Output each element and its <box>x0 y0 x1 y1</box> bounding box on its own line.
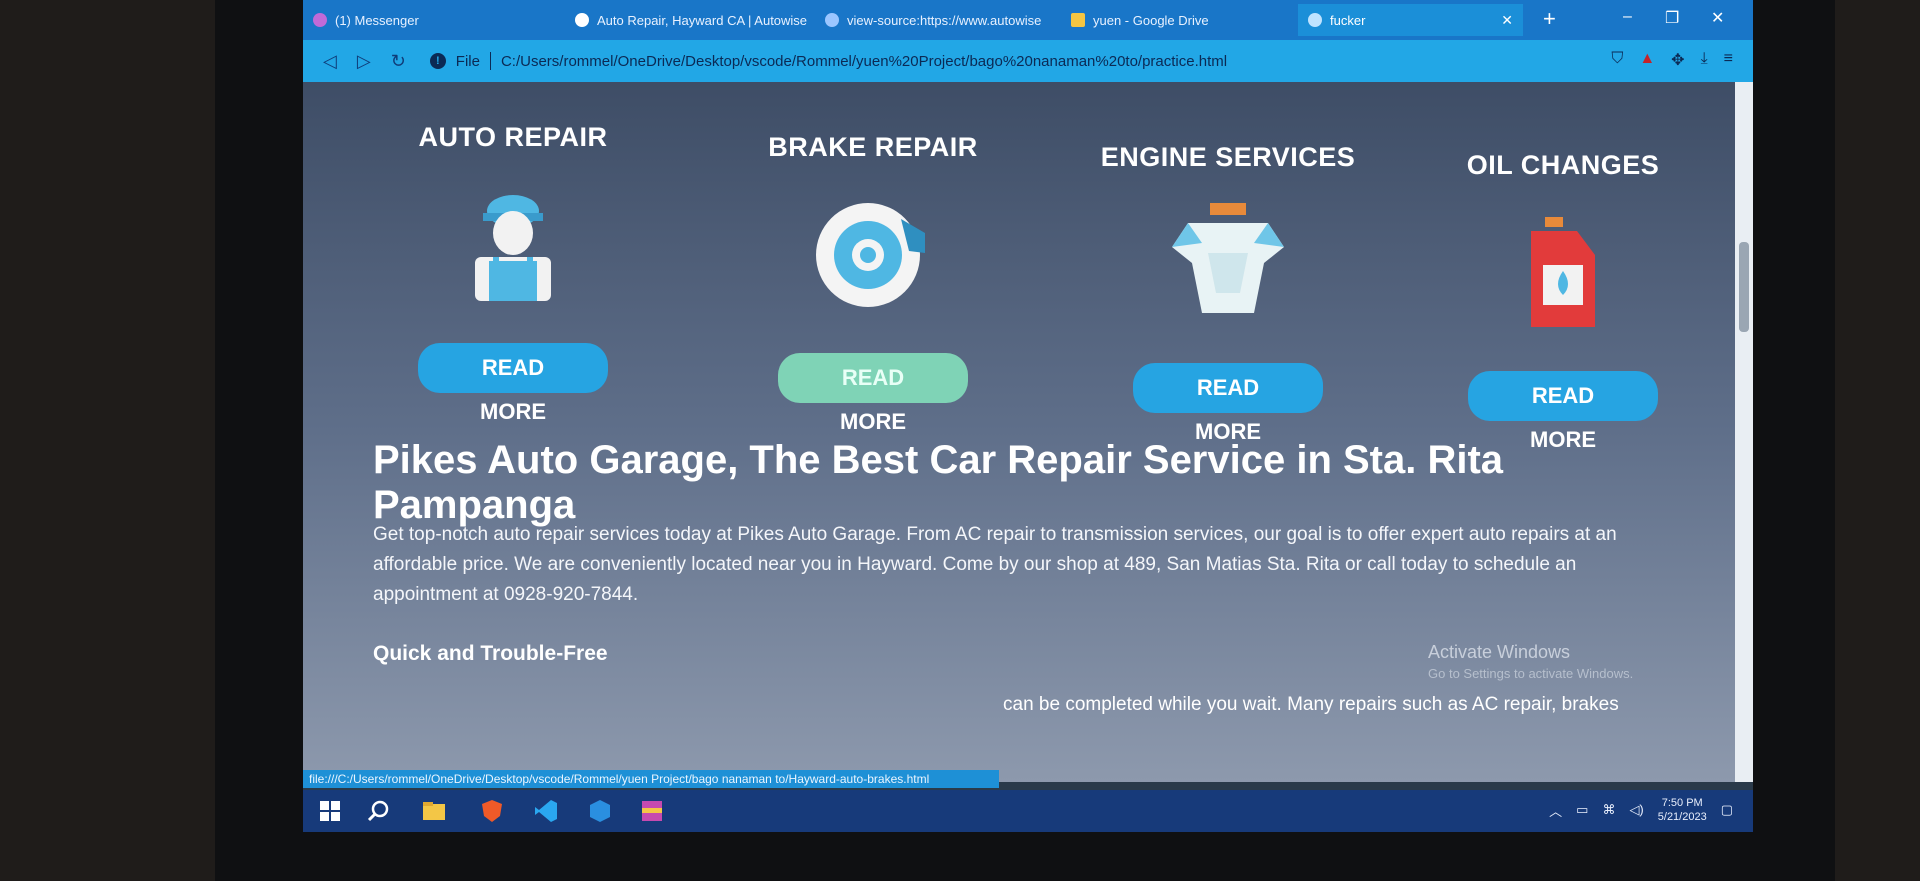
system-tray: ︿ ▭ ⌘ ◁) 7:50 PM 5/21/2023 ▢ <box>1549 796 1733 824</box>
restore-button[interactable]: ❐ <box>1665 8 1679 28</box>
rewards-icon[interactable]: ▲ <box>1639 50 1655 70</box>
activation-watermark-sub: Go to Settings to activate Windows. <box>1428 666 1634 681</box>
protocol-label: File <box>455 52 480 70</box>
clock-date: 5/21/2023 <box>1657 811 1707 823</box>
tab-label: fucker <box>1330 12 1366 28</box>
tab-google-drive[interactable]: yuen - Google Drive <box>1061 4 1291 36</box>
status-bar-url: file:///C:/Users/rommel/OneDrive/Desktop… <box>303 770 999 788</box>
start-icon[interactable] <box>317 798 343 824</box>
brake-disc-icon <box>813 193 933 313</box>
scrollbar[interactable] <box>1735 82 1753 782</box>
more-label[interactable]: MORE <box>723 409 1023 435</box>
scroll-thumb[interactable] <box>1739 242 1749 332</box>
oil-can-icon <box>1503 211 1623 331</box>
read-more-button[interactable]: READ <box>1133 363 1323 413</box>
tab-autowise[interactable]: Auto Repair, Hayward CA | Autowise <box>565 4 810 36</box>
app-icon[interactable] <box>587 798 613 824</box>
url-text: C:/Users/rommel/OneDrive/Desktop/vscode/… <box>500 52 1228 70</box>
tab-bar: (1) Messenger Auto Repair, Hayward CA | … <box>303 0 1753 40</box>
site-icon <box>575 13 589 27</box>
extension-tray: ⛉ ▲ ✥ ⤓ ≡ <box>1611 50 1733 70</box>
globe-icon <box>825 13 839 27</box>
tab-label: (1) Messenger <box>335 12 419 28</box>
extensions-icon[interactable]: ✥ <box>1671 50 1684 70</box>
taskbar: ︿ ▭ ⌘ ◁) 7:50 PM 5/21/2023 ▢ <box>303 790 1753 832</box>
forward-button[interactable]: ▷ <box>357 51 371 72</box>
close-window-button[interactable]: ✕ <box>1711 8 1724 28</box>
service-oil-changes: OIL CHANGES READ MORE <box>1413 150 1713 453</box>
screen: (1) Messenger Auto Repair, Hayward CA | … <box>303 0 1753 832</box>
close-tab-icon[interactable]: ✕ <box>1501 12 1513 29</box>
back-button[interactable]: ◁ <box>323 51 337 72</box>
tab-messenger[interactable]: (1) Messenger <box>303 4 543 36</box>
globe-icon <box>1308 13 1322 27</box>
messenger-icon <box>313 13 327 27</box>
menu-icon[interactable]: ≡ <box>1724 50 1733 70</box>
read-more-button[interactable]: READ <box>418 343 608 393</box>
page-content: AUTO REPAIR READ MORE BRAKE REPAIR READ … <box>303 82 1735 782</box>
subheading: Quick and Trouble-Free <box>373 642 608 665</box>
search-icon[interactable] <box>365 798 391 824</box>
intro-paragraph: Get top-notch auto repair services today… <box>373 524 1617 605</box>
divider <box>489 52 491 70</box>
chevron-up-icon[interactable]: ︿ <box>1549 801 1562 820</box>
tab-label: yuen - Google Drive <box>1093 12 1209 28</box>
drive-icon <box>1071 13 1085 27</box>
read-more-button[interactable]: READ <box>778 353 968 403</box>
download-icon[interactable]: ⤓ <box>1701 50 1708 70</box>
tab-active[interactable]: fucker ✕ <box>1298 4 1523 36</box>
service-title: AUTO REPAIR <box>418 122 608 152</box>
brave-browser-icon[interactable] <box>479 798 505 824</box>
tab-view-source[interactable]: view-source:https://www.autowise <box>815 4 1055 36</box>
volume-icon[interactable]: ◁) <box>1629 802 1643 818</box>
service-engine-services: ENGINE SERVICES READ MORE <box>1078 142 1378 445</box>
network-icon[interactable]: ⌘ <box>1602 802 1615 818</box>
notifications-icon[interactable]: ▢ <box>1721 802 1733 818</box>
tab-label: view-source:https://www.autowise <box>847 12 1042 28</box>
mechanic-icon <box>453 183 573 303</box>
activation-watermark: Activate Windows <box>1428 642 1571 662</box>
service-brake-repair: BRAKE REPAIR READ MORE <box>723 132 1023 435</box>
service-title: ENGINE SERVICES <box>1100 142 1356 172</box>
services-row: AUTO REPAIR READ MORE BRAKE REPAIR READ … <box>303 82 1735 452</box>
tab-label: Auto Repair, Hayward CA | Autowise <box>597 12 808 28</box>
clock-time: 7:50 PM <box>1661 797 1703 809</box>
service-title: BRAKE REPAIR <box>768 132 978 162</box>
url-field[interactable]: ! File C:/Users/rommel/OneDrive/Desktop/… <box>429 46 1640 76</box>
brave-shield-icon[interactable]: ⛉ <box>1611 50 1623 70</box>
vscode-icon[interactable] <box>533 798 559 824</box>
address-bar: ◁ ▷ ↻ ! File C:/Users/rommel/OneDrive/De… <box>303 40 1753 82</box>
more-label[interactable]: MORE <box>363 399 663 425</box>
service-title: OIL CHANGES <box>1466 150 1660 180</box>
reload-button[interactable]: ↻ <box>391 51 406 72</box>
page-headline: Pikes Auto Garage, The Best Car Repair S… <box>373 438 1504 527</box>
partial-paragraph: can be completed while you wait. Many re… <box>1003 694 1619 715</box>
engine-icon <box>1168 203 1288 323</box>
info-icon[interactable]: ! <box>429 53 446 69</box>
clock[interactable]: 7:50 PM 5/21/2023 <box>1658 796 1707 824</box>
battery-icon[interactable]: ▭ <box>1576 802 1588 818</box>
read-more-button[interactable]: READ <box>1468 371 1658 421</box>
minimize-button[interactable]: – <box>1623 8 1632 26</box>
new-tab-button[interactable]: + <box>1543 6 1556 32</box>
file-explorer-icon[interactable] <box>421 798 447 824</box>
archive-app-icon[interactable] <box>639 798 665 824</box>
service-auto-repair: AUTO REPAIR READ MORE <box>363 122 663 425</box>
